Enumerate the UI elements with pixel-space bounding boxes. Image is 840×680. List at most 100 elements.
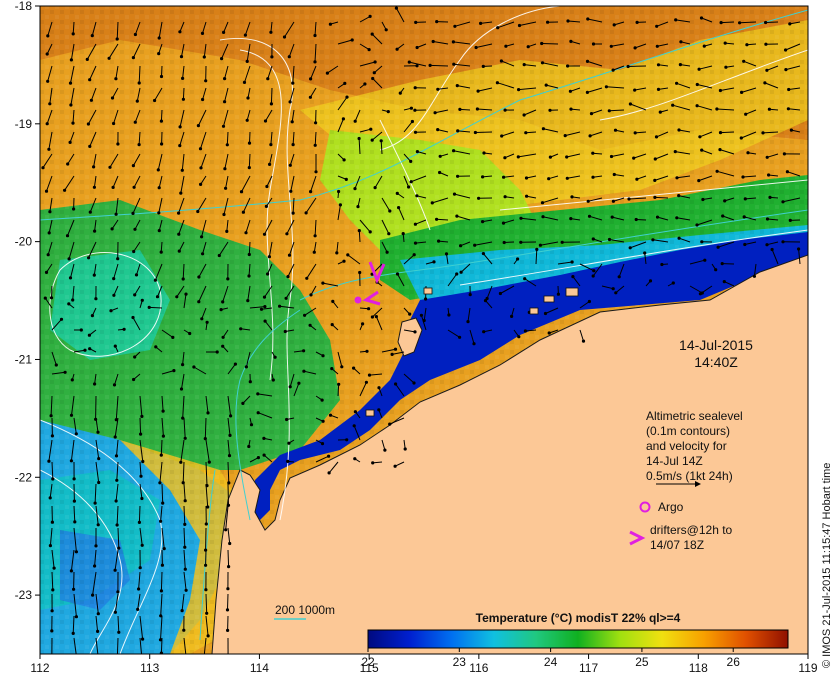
velocity-arrow-head bbox=[481, 220, 485, 224]
velocity-arrow-head bbox=[342, 259, 346, 263]
velocity-arrow-head bbox=[473, 243, 477, 247]
velocity-arrow-head bbox=[244, 231, 248, 235]
drifters-line-2: 14/07 18Z bbox=[650, 538, 704, 552]
velocity-arrow-head bbox=[352, 424, 356, 428]
velocity-arrow-head bbox=[413, 241, 418, 245]
velocity-arrow-head bbox=[455, 84, 459, 88]
velocity-arrow-head bbox=[137, 520, 141, 525]
velocity-arrow-head bbox=[781, 240, 785, 244]
velocity-arrow-head bbox=[570, 260, 574, 264]
velocity-arrow-head bbox=[171, 335, 175, 339]
velocity-arrow bbox=[160, 109, 163, 122]
velocity-arrow-head bbox=[721, 214, 725, 218]
velocity-arrow-head bbox=[256, 392, 260, 396]
velocity-arrow-head bbox=[592, 269, 596, 273]
velocity-arrow-head bbox=[560, 240, 564, 244]
velocity-arrow-head bbox=[302, 349, 306, 353]
velocity-arrow-head bbox=[97, 480, 101, 485]
velocity-arrow-head bbox=[321, 354, 325, 358]
velocity-arrow-head bbox=[135, 99, 139, 103]
velocity-arrow bbox=[436, 218, 449, 221]
velocity-arrow-head bbox=[183, 522, 187, 527]
velocity-arrow-head bbox=[205, 611, 209, 615]
velocity-arrow-head bbox=[133, 120, 137, 124]
velocity-arrow-head bbox=[159, 589, 163, 593]
velocity-arrow-head bbox=[246, 96, 250, 100]
velocity-arrow-head bbox=[201, 252, 205, 256]
velocity-arrow-head bbox=[115, 478, 119, 482]
velocity-arrow-head bbox=[695, 82, 699, 87]
velocity-arrow-head bbox=[609, 154, 614, 159]
velocity-arrow-head bbox=[157, 186, 161, 190]
velocity-arrow bbox=[160, 571, 163, 591]
velocity-arrow-head bbox=[183, 567, 187, 571]
velocity-arrow-head bbox=[110, 227, 114, 231]
velocity-arrow-head bbox=[288, 100, 292, 104]
velocity-arrow-head bbox=[444, 252, 449, 256]
velocity-arrow-head bbox=[435, 217, 439, 221]
velocity-arrow-head bbox=[94, 544, 98, 548]
velocity-arrow-head bbox=[367, 48, 371, 52]
velocity-arrow-head bbox=[115, 37, 119, 41]
velocity-arrow-head bbox=[452, 149, 456, 153]
velocity-arrow-head bbox=[495, 81, 499, 85]
velocity-arrow-head bbox=[153, 278, 157, 282]
velocity-arrow-head bbox=[248, 380, 252, 384]
velocity-arrow-head bbox=[695, 104, 699, 108]
velocity-arrow-head bbox=[387, 232, 391, 236]
velocity-arrow-head bbox=[89, 98, 93, 102]
velocity-arrow-head bbox=[185, 657, 188, 660]
velocity-arrow-head bbox=[181, 481, 185, 485]
colorbar-title: Temperature (°C) modisT 22% ql>=4 bbox=[476, 611, 681, 625]
velocity-arrow-head bbox=[160, 563, 164, 567]
velocity-arrow-head bbox=[202, 656, 205, 659]
velocity-arrow-head bbox=[308, 323, 312, 327]
velocity-arrow-head bbox=[456, 129, 460, 133]
velocity-arrow-head bbox=[183, 545, 187, 549]
velocity-arrow bbox=[227, 593, 229, 610]
velocity-arrow-head bbox=[678, 63, 683, 67]
colorbar-gradient bbox=[367, 629, 789, 649]
velocity-arrow-head bbox=[365, 349, 369, 353]
velocity-arrow-head bbox=[139, 474, 143, 478]
velocity-arrow-head bbox=[114, 77, 118, 81]
velocity-arrow bbox=[270, 87, 273, 104]
velocity-arrow-head bbox=[797, 247, 801, 251]
velocity-arrow-head bbox=[655, 24, 659, 28]
velocity-arrow-head bbox=[199, 182, 203, 186]
velocity-arrow-head bbox=[385, 250, 389, 254]
velocity-arrow-head bbox=[110, 96, 115, 100]
velocity-arrow-head bbox=[147, 305, 151, 309]
velocity-arrow-head bbox=[226, 587, 230, 591]
velocity-arrow-head bbox=[585, 90, 590, 94]
velocity-arrow-head bbox=[107, 56, 111, 60]
velocity-arrow-head bbox=[611, 68, 615, 72]
velocity-arrow-head bbox=[413, 222, 417, 226]
velocity-arrow-head bbox=[409, 180, 413, 184]
velocity-arrow-head bbox=[377, 408, 381, 412]
velocity-arrow-head bbox=[179, 460, 183, 464]
velocity-arrow-head bbox=[270, 55, 274, 59]
velocity-arrow-head bbox=[175, 295, 179, 299]
velocity-arrow-head bbox=[782, 152, 787, 156]
velocity-arrow-head bbox=[403, 447, 407, 451]
velocity-arrow-head bbox=[159, 519, 163, 523]
velocity-arrow-head bbox=[97, 657, 100, 660]
velocity-arrow-head bbox=[204, 79, 208, 83]
velocity-arrow-head bbox=[283, 329, 287, 334]
velocity-arrow-head bbox=[71, 32, 75, 36]
velocity-arrow-head bbox=[196, 124, 200, 128]
velocity-arrow-head bbox=[482, 151, 486, 155]
velocity-arrow-head bbox=[743, 242, 747, 247]
velocity-arrow-head bbox=[715, 107, 719, 111]
velocity-arrow-head bbox=[286, 275, 290, 279]
velocity-arrow-head bbox=[156, 168, 160, 172]
velocity-arrow-head bbox=[394, 6, 398, 10]
velocity-arrow-head bbox=[368, 14, 372, 18]
velocity-arrow-head bbox=[262, 436, 266, 440]
lat-tick-label: -19 bbox=[15, 117, 33, 131]
velocity-arrow-head bbox=[436, 87, 440, 91]
velocity-arrow-head bbox=[200, 317, 204, 321]
velocity-arrow-head bbox=[132, 377, 136, 382]
velocity-arrow-head bbox=[517, 335, 521, 339]
